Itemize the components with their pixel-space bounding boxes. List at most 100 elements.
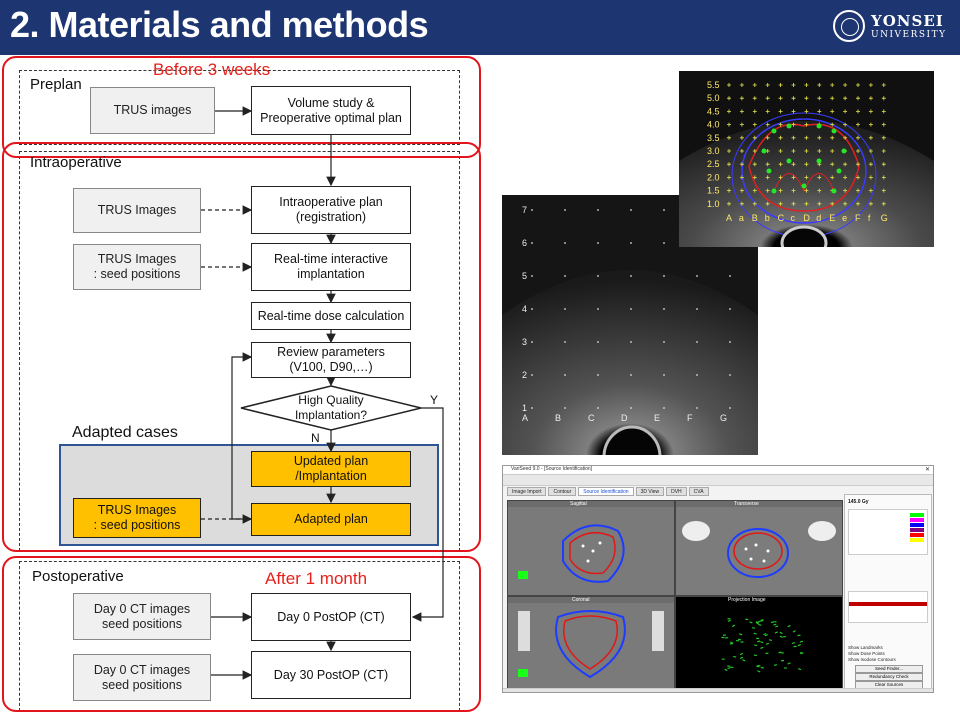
seed-projection — [739, 633, 743, 636]
seed-marker — [761, 148, 767, 154]
plain-grid-dot — [597, 242, 599, 244]
plain-grid-dot — [531, 341, 533, 343]
coronal-view[interactable]: Coronal — [507, 596, 675, 690]
seed-projection — [760, 620, 764, 622]
plain-grid-dot — [729, 341, 731, 343]
seed-marker — [771, 128, 777, 134]
plain-col-label: A — [522, 413, 528, 423]
post-day0-ct-images: Day 0 CT images seed positions — [73, 593, 211, 640]
seed-projection — [740, 641, 744, 643]
show-isodose-contours-checkbox[interactable]: Show Isodose Contours — [848, 657, 896, 663]
seed-projection — [722, 634, 727, 636]
grid-row-label: 1.5 — [707, 186, 720, 196]
grid-col-label: G — [881, 213, 888, 223]
grid-col-label: D — [803, 213, 810, 223]
seed-marker — [771, 188, 777, 194]
seed-projection — [768, 639, 773, 642]
plain-grid-dot — [564, 242, 566, 244]
seed-projection — [782, 635, 786, 638]
seed-projection — [731, 624, 736, 628]
seed-projection — [781, 660, 785, 662]
seed-projection — [739, 656, 744, 659]
plain-grid-dot — [663, 341, 665, 343]
seed-projection — [774, 631, 778, 634]
plain-grid-dot — [531, 209, 533, 211]
plain-grid-dot — [531, 407, 533, 409]
grid-col-label: B — [752, 213, 758, 223]
redundancy-check-button[interactable]: Redundancy Check — [855, 673, 923, 681]
seed-projection — [765, 642, 770, 645]
plain-grid-dot — [729, 308, 731, 310]
plain-grid-dot — [663, 308, 665, 310]
seed-marker — [831, 128, 837, 134]
plain-grid-dot — [663, 275, 665, 277]
grid-col-label: b — [765, 213, 770, 223]
software-tab[interactable]: Contour — [548, 487, 577, 496]
software-tab[interactable]: 3D View — [635, 487, 665, 496]
software-tab[interactable]: DVH — [666, 487, 687, 496]
plain-grid-dot — [597, 308, 599, 310]
show-options: Show Landmarks Show Dose Points Show Iso… — [848, 645, 896, 663]
plain-grid-dot — [663, 242, 665, 244]
plain-row-label: 4 — [522, 304, 527, 314]
seed-marker — [786, 158, 792, 164]
seed-projection — [779, 635, 783, 638]
grid-col-label: F — [855, 213, 861, 223]
plain-row-label: 6 — [522, 238, 527, 248]
seed-projection — [751, 627, 756, 629]
transverse-view[interactable]: Transverse — [675, 500, 843, 596]
plain-grid-dot — [597, 407, 599, 409]
plain-row-label: 3 — [522, 337, 527, 347]
seed-marker — [816, 158, 822, 164]
seed-projection — [730, 666, 734, 669]
prescription-dose: 145.0 Gy — [848, 499, 869, 505]
plain-grid-dot — [564, 308, 566, 310]
plain-grid-dot — [630, 407, 632, 409]
plain-grid-dot — [663, 209, 665, 211]
seed-projection — [791, 642, 795, 645]
preplan-trus-images: TRUS images — [90, 87, 215, 134]
plain-grid-dot — [564, 374, 566, 376]
seed-projection — [758, 623, 762, 626]
seed-projection — [756, 637, 760, 640]
seed-projection — [765, 652, 769, 655]
plain-grid-dot — [531, 374, 533, 376]
seed-projection — [757, 640, 761, 643]
seed-marker — [836, 168, 842, 174]
plain-grid-dot — [729, 374, 731, 376]
plain-grid-dot — [564, 341, 566, 343]
seed-projection — [727, 619, 731, 622]
volume-study-box: Volume study & Preoperative optimal plan — [251, 86, 411, 135]
sagittal-view[interactable]: Sagittal — [507, 500, 675, 596]
seed-marker — [786, 123, 792, 129]
plain-grid-dot — [729, 407, 731, 409]
projection-image-view[interactable]: Projection Image — [675, 596, 843, 690]
plain-grid-dot — [630, 341, 632, 343]
isodose-legend — [848, 509, 928, 555]
grid-row-label: 5.0 — [707, 93, 720, 103]
decision-diamond-label: High Quality Implantation? — [294, 393, 368, 422]
software-tab[interactable]: Source Identification — [578, 487, 634, 496]
seed-projection — [773, 623, 777, 626]
seed-projection — [760, 646, 764, 649]
plain-grid-dot — [630, 242, 632, 244]
seed-finder-button[interactable]: Seed Finder... — [855, 665, 923, 673]
planning-software-window: VariSeed 9.0 - [Source Identification] ✕… — [502, 465, 934, 693]
seed-projection — [749, 621, 753, 624]
seed-marker — [831, 188, 837, 194]
close-icon[interactable]: ✕ — [925, 466, 930, 473]
plain-grid-dot — [564, 275, 566, 277]
software-titlebar: VariSeed 9.0 - [Source Identification] ✕ — [503, 466, 933, 475]
grid-col-label: E — [829, 213, 835, 223]
seed-projection — [773, 663, 778, 666]
software-tab[interactable]: CVA — [688, 487, 709, 496]
software-tab[interactable]: Image Import — [507, 487, 547, 496]
software-toolbar — [503, 475, 933, 486]
plain-grid-dot — [630, 209, 632, 211]
plain-grid-dot — [696, 407, 698, 409]
plain-grid-dot — [696, 341, 698, 343]
plain-grid-dot — [630, 374, 632, 376]
seed-projection — [760, 666, 764, 669]
plain-row-label: 2 — [522, 370, 527, 380]
review-parameters-box: Review parameters (V100, D90,…) — [251, 342, 411, 378]
